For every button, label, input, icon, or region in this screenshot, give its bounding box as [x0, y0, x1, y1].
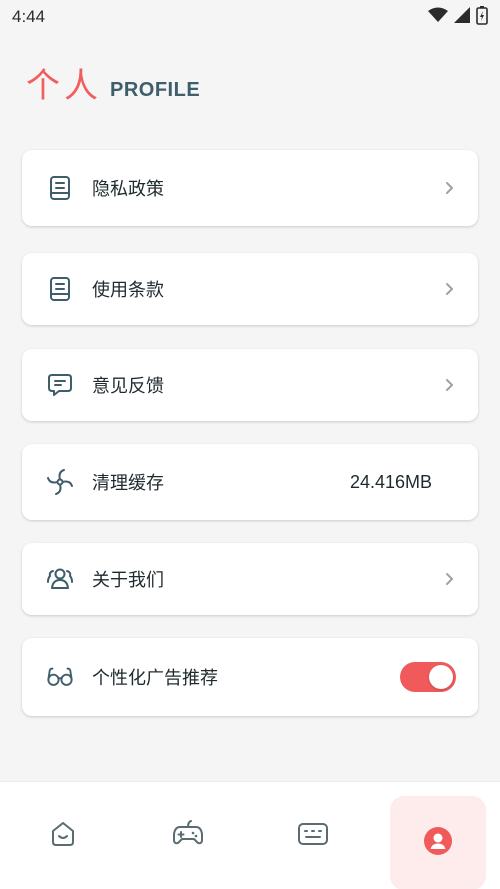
terms-of-use-item[interactable]: 使用条款: [22, 253, 478, 325]
privacy-policy-item[interactable]: 隐私政策: [22, 150, 478, 226]
signal-icon: [454, 7, 470, 27]
gamepad-icon: [172, 819, 204, 853]
nav-tab-home[interactable]: [0, 782, 125, 889]
profile-icon: [423, 826, 453, 860]
home-icon: [48, 819, 78, 853]
nav-tab-games[interactable]: [125, 782, 250, 889]
personalized-ads-item: 个性化广告推荐: [22, 638, 478, 716]
glasses-icon: [46, 663, 74, 691]
keyboard-icon: [297, 821, 329, 851]
feedback-item[interactable]: 意见反馈: [22, 349, 478, 421]
status-icons: [428, 5, 488, 29]
personalized-ads-toggle[interactable]: [400, 662, 456, 692]
chevron-right-icon: [442, 282, 456, 296]
personalized-ads-label: 个性化广告推荐: [92, 668, 218, 689]
terms-of-use-label: 使用条款: [92, 280, 164, 301]
page-header: 个人 PROFILE: [26, 64, 200, 104]
battery-icon: [476, 5, 488, 29]
chevron-right-icon: [442, 181, 456, 195]
toggle-knob: [429, 665, 453, 689]
privacy-policy-label: 隐私政策: [92, 179, 164, 200]
nav-tab-profile[interactable]: [375, 782, 500, 889]
users-icon: [46, 565, 74, 593]
status-time: 4:44: [12, 7, 46, 26]
about-us-label: 关于我们: [92, 570, 164, 591]
clear-cache-label: 清理缓存: [92, 473, 164, 494]
wifi-icon: [428, 7, 448, 27]
fan-icon: [46, 468, 74, 496]
clear-cache-item[interactable]: 清理缓存 24.416MB: [22, 444, 478, 520]
page-subtitle: PROFILE: [110, 79, 201, 101]
nav-tab-keyboard[interactable]: [250, 782, 375, 889]
document-icon: [46, 275, 74, 303]
feedback-label: 意见反馈: [92, 376, 164, 397]
about-us-item[interactable]: 关于我们: [22, 543, 478, 615]
cache-size-value: 24.416MB: [349, 471, 432, 492]
chevron-right-icon: [442, 378, 456, 392]
document-icon: [46, 174, 74, 202]
page-title: 个人: [26, 66, 102, 106]
chevron-right-icon: [442, 572, 456, 586]
bottom-nav: [0, 781, 500, 889]
message-icon: [46, 371, 74, 399]
status-bar: 4:44: [0, 0, 500, 34]
nav-tab-profile-highlight: [389, 796, 486, 889]
